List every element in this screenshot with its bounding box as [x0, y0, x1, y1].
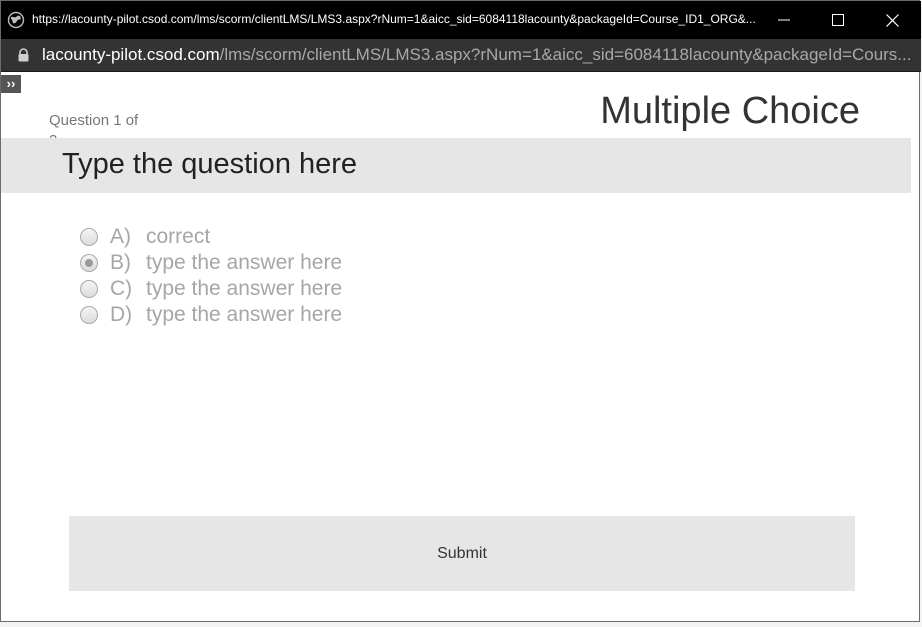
close-button[interactable]: [865, 1, 919, 39]
expand-panel-button[interactable]: ››: [1, 75, 21, 93]
question-type-heading: Multiple Choice: [600, 90, 860, 132]
radio-button[interactable]: [80, 280, 98, 298]
url-text[interactable]: lacounty-pilot.csod.com/lms/scorm/client…: [42, 45, 912, 65]
answer-text: type the answer here: [146, 303, 343, 326]
submit-button[interactable]: Submit: [69, 516, 855, 591]
window-title: https://lacounty-pilot.csod.com/lms/scor…: [32, 12, 756, 26]
url-host: lacounty-pilot.csod.com: [42, 45, 220, 64]
maximize-icon: [832, 14, 844, 26]
answer-option-b[interactable]: B) type the answer here: [80, 250, 342, 276]
radio-button[interactable]: [80, 228, 98, 246]
globe-icon: [7, 11, 25, 29]
popup-window: https://lacounty-pilot.csod.com/lms/scor…: [0, 0, 921, 622]
radio-button-selected[interactable]: [80, 254, 98, 272]
answer-letter: D): [110, 303, 133, 326]
answer-letter: A): [110, 225, 131, 248]
answer-text: type the answer here: [146, 277, 343, 300]
url-path: /lms/scorm/clientLMS/LMS3.aspx?rNum=1&ai…: [219, 45, 912, 64]
background-page-strip: [0, 622, 922, 627]
question-band: Type the question here: [1, 138, 911, 193]
minimize-icon: [778, 19, 790, 21]
answer-letter: B): [110, 251, 131, 274]
title-bar[interactable]: https://lacounty-pilot.csod.com/lms/scor…: [1, 1, 921, 39]
answer-list: A) correct B) type the answer here C) ty…: [80, 224, 342, 328]
answer-letter: C): [110, 277, 133, 300]
minimize-button[interactable]: [757, 1, 811, 39]
answer-option-c[interactable]: C) type the answer here: [80, 276, 342, 302]
answer-option-d[interactable]: D) type the answer here: [80, 302, 342, 328]
maximize-button[interactable]: [811, 1, 865, 39]
answer-text: correct: [146, 225, 211, 248]
answer-option-a[interactable]: A) correct: [80, 224, 342, 250]
answer-text: type the answer here: [146, 251, 343, 274]
address-bar[interactable]: lacounty-pilot.csod.com/lms/scorm/client…: [1, 39, 921, 72]
radio-button[interactable]: [80, 306, 98, 324]
lock-icon: [18, 48, 29, 62]
close-icon: [885, 13, 899, 27]
question-text: Type the question here: [62, 148, 358, 180]
quiz-content: ›› Question 1 of 2 Multiple Choice Type …: [1, 72, 919, 621]
